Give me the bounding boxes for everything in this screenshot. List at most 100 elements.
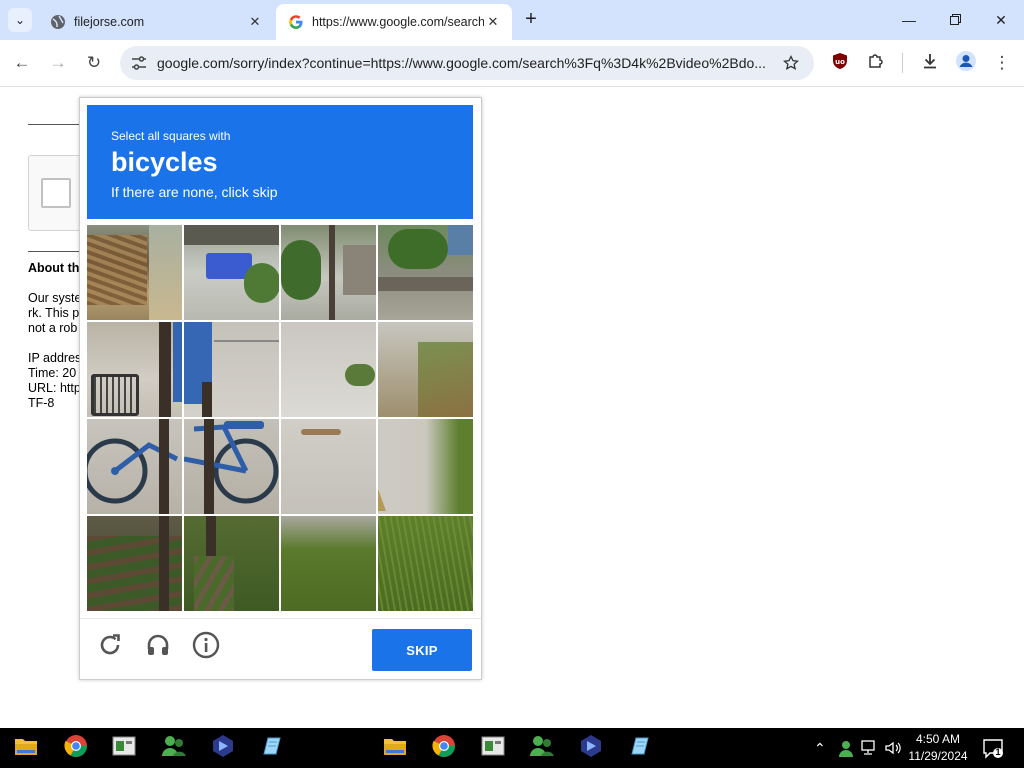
globe-icon	[50, 14, 66, 30]
chrome-taskbar-button[interactable]	[62, 734, 90, 762]
about-line	[28, 336, 80, 351]
network-icon[interactable]	[861, 728, 879, 768]
toolbar-divider	[902, 53, 903, 73]
close-icon[interactable]: ✕	[246, 13, 264, 31]
edit-app-taskbar-button[interactable]	[258, 734, 286, 762]
profile-button[interactable]	[954, 50, 978, 77]
folder-icon	[383, 736, 407, 761]
clock-date: 11/29/2024	[908, 749, 968, 763]
instruction-text: Select all squares with	[111, 129, 231, 143]
about-line: IP addres	[28, 351, 80, 365]
challenge-footer: SKIP	[80, 618, 481, 680]
challenge-header: Select all squares with bicycles If ther…	[87, 105, 473, 219]
edit-app-icon	[260, 734, 284, 763]
reload-icon	[97, 632, 123, 663]
close-icon[interactable]: ✕	[484, 13, 502, 31]
about-text: Our syste rk. This p not a rob IP addres…	[28, 291, 80, 411]
ublock-extension-button[interactable]: uo	[828, 51, 852, 75]
about-heading: About th	[28, 261, 80, 275]
divider	[28, 124, 80, 125]
download-icon	[921, 52, 939, 75]
svg-text:uo: uo	[835, 58, 845, 66]
close-window-button[interactable]: ✕	[978, 0, 1024, 40]
image-tile-16[interactable]	[378, 516, 473, 611]
file-explorer-taskbar-button[interactable]	[381, 734, 409, 762]
system-clock[interactable]: 4:50 AM 11/29/2024	[900, 731, 976, 765]
image-tile-12[interactable]	[378, 419, 473, 514]
image-tile-11[interactable]	[281, 419, 376, 514]
chrome-taskbar-button[interactable]	[430, 734, 458, 762]
recaptcha-checkbox[interactable]	[41, 178, 71, 208]
image-tile-4[interactable]	[378, 225, 473, 320]
image-tile-3[interactable]	[281, 225, 376, 320]
app-window-taskbar-button[interactable]	[110, 734, 138, 762]
help-button[interactable]	[192, 631, 220, 661]
notification-center-button[interactable]: 1	[982, 737, 1004, 759]
new-tab-button[interactable]: +	[520, 8, 542, 30]
tab-strip: ⌄ filejorse.com ✕ https://www.google.com…	[0, 0, 1024, 40]
arrow-right-icon: →	[49, 53, 67, 72]
audio-challenge-button[interactable]	[144, 633, 172, 661]
about-line: Time: 20	[28, 366, 77, 380]
about-line: TF-8	[28, 396, 55, 410]
minimize-button[interactable]: —	[886, 0, 932, 40]
restore-button[interactable]	[932, 0, 978, 40]
restore-icon	[949, 12, 961, 28]
image-tile-6[interactable]	[184, 322, 279, 417]
reload-button[interactable]: ↻	[82, 51, 106, 75]
image-grid	[87, 225, 473, 611]
headphones-icon	[145, 632, 171, 663]
notification-count: 1	[995, 747, 1001, 757]
tray-people-icon[interactable]	[836, 728, 856, 768]
arrow-left-icon: ←	[13, 53, 31, 72]
image-tile-7[interactable]	[281, 322, 376, 417]
image-tile-13[interactable]	[87, 516, 182, 611]
tab-search-button[interactable]: ⌄	[8, 8, 32, 32]
reload-challenge-button[interactable]	[96, 633, 124, 661]
more-vertical-icon: ⋮	[993, 53, 1011, 72]
copilot-taskbar-button[interactable]	[209, 734, 237, 762]
people-taskbar-button[interactable]	[528, 734, 556, 762]
extensions-button[interactable]	[864, 51, 888, 75]
google-icon	[288, 14, 304, 30]
url-text: google.com/sorry/index?continue=https://…	[157, 55, 766, 71]
chevron-up-icon: ⌃	[814, 739, 826, 756]
browser-toolbar: ← → ↻ google.com/sorry/index?continue=ht…	[0, 40, 1024, 87]
image-tile-8[interactable]	[378, 322, 473, 417]
people-icon	[161, 734, 187, 763]
image-tile-5[interactable]	[87, 322, 182, 417]
hint-text: If there are none, click skip	[111, 184, 278, 200]
menu-button[interactable]: ⋮	[990, 51, 1014, 75]
bookmark-star-icon[interactable]	[779, 55, 803, 71]
copilot-taskbar-button[interactable]	[577, 734, 605, 762]
plus-icon: +	[525, 8, 537, 30]
forward-button[interactable]: →	[46, 51, 70, 75]
image-tile-1[interactable]	[87, 225, 182, 320]
image-tile-10[interactable]	[184, 419, 279, 514]
app-window-taskbar-button[interactable]	[479, 734, 507, 762]
address-bar[interactable]: google.com/sorry/index?continue=https://…	[120, 46, 814, 80]
show-hidden-icons-button[interactable]: ⌃	[814, 728, 826, 768]
skip-button[interactable]: SKIP	[372, 629, 472, 671]
tab-filejorse[interactable]: filejorse.com ✕	[38, 4, 274, 40]
chevron-down-icon: ⌄	[14, 13, 26, 27]
copilot-icon	[211, 734, 235, 763]
site-info-icon[interactable]	[128, 56, 150, 70]
tab-title: https://www.google.com/search	[312, 15, 484, 29]
avatar	[955, 50, 977, 77]
tab-google[interactable]: https://www.google.com/search ✕	[276, 4, 512, 40]
edit-app-taskbar-button[interactable]	[626, 734, 654, 762]
chrome-icon	[64, 734, 88, 763]
file-explorer-taskbar-button[interactable]	[12, 734, 40, 762]
taskbar: ⌃ 4:50 AM 11/29/2024 1	[0, 728, 1024, 768]
image-tile-14[interactable]	[184, 516, 279, 611]
image-tile-2[interactable]	[184, 225, 279, 320]
edit-app-icon	[628, 734, 652, 763]
downloads-button[interactable]	[918, 51, 942, 75]
clock-time: 4:50 AM	[915, 732, 961, 746]
back-button[interactable]: ←	[10, 51, 34, 75]
image-tile-15[interactable]	[281, 516, 376, 611]
people-taskbar-button[interactable]	[160, 734, 188, 762]
image-tile-9[interactable]	[87, 419, 182, 514]
app-window-icon	[481, 735, 505, 762]
